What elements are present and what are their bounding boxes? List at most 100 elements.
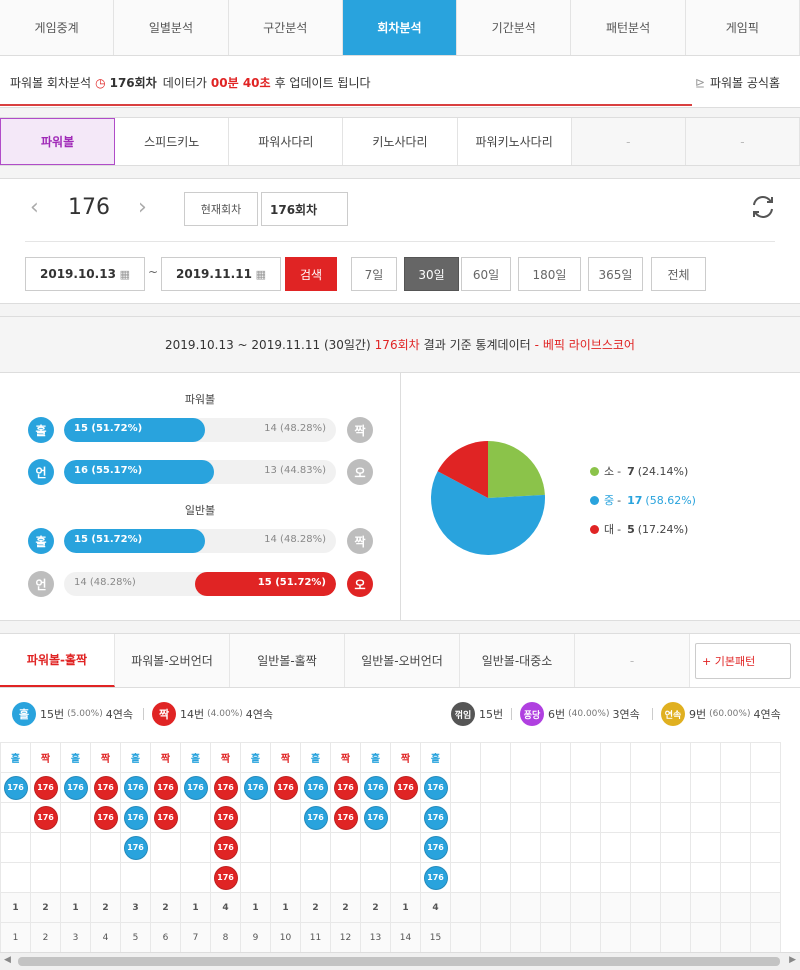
bounce-streak: 3연속: [612, 708, 640, 721]
grid-cell: [660, 832, 691, 863]
pattern-tab-4[interactable]: 일반볼-대중소: [460, 634, 575, 687]
grid-count-cell: [600, 892, 631, 923]
grid-cell: [270, 802, 301, 833]
result-ball: 176: [33, 805, 58, 830]
grid-cell: [90, 862, 121, 893]
period-button-5[interactable]: 전체: [651, 257, 706, 291]
tab-5[interactable]: 패턴분석: [571, 0, 686, 55]
tab-1[interactable]: 일별분석: [114, 0, 229, 55]
notice-suffix: 후 업데이트 됩니다: [274, 76, 371, 90]
grid-count-cell: 2: [360, 892, 391, 923]
grid-index-cell: 1: [0, 922, 31, 952]
stat-bar-row: 언 14 (48.28%) 15 (51.72%) 오: [28, 571, 373, 597]
grid-cell: [750, 772, 781, 803]
grid-cell: [600, 772, 631, 803]
date-to-input[interactable]: 2019.11.11 ▦: [161, 257, 281, 291]
grid-cell: [30, 832, 61, 863]
stat-right-text: 15 (51.72%): [257, 577, 326, 588]
grid-cell: [330, 832, 361, 863]
odd-streak: 4연속: [105, 708, 133, 721]
basic-pattern-button[interactable]: + 기본패턴: [695, 643, 791, 679]
game-tab-3[interactable]: 키노사다리: [343, 118, 458, 165]
grid-index-cell: [570, 922, 601, 952]
grid-cell: [60, 862, 91, 893]
date-from-input[interactable]: 2019.10.13 ▦: [25, 257, 145, 291]
grid-cell: [240, 802, 271, 833]
bend-ball: 꺾임: [451, 702, 475, 726]
pattern-summary: 홀 15번 (5.00%) 4연속 짝 14번 (4.00%) 4연속 꺾임 1…: [0, 688, 800, 743]
round-input[interactable]: 176회차: [261, 192, 348, 226]
grid-cell: [570, 862, 601, 893]
official-home-label: 파워볼 공식홈: [709, 76, 780, 90]
next-round-icon[interactable]: ›: [138, 195, 158, 220]
divider: [400, 373, 401, 621]
grid-cell: 176: [120, 802, 151, 833]
link-icon: ⊵: [694, 75, 705, 90]
search-button[interactable]: 검색: [285, 257, 337, 291]
scroll-left-icon[interactable]: ◀: [4, 955, 11, 965]
grid-index-cell: [480, 922, 511, 952]
grid-cell: [150, 832, 181, 863]
horizontal-scrollbar[interactable]: ◀ ▶: [0, 952, 800, 970]
legend-pct: (17.24%): [637, 522, 689, 536]
scroll-right-icon[interactable]: ▶: [789, 955, 796, 965]
refresh-icon[interactable]: [750, 194, 776, 220]
grid-cell: 176: [240, 772, 271, 803]
tab-2[interactable]: 구간분석: [228, 0, 343, 55]
pattern-tab-2[interactable]: 일반볼-홀짝: [230, 634, 345, 687]
tab-3[interactable]: 회차분석: [342, 0, 458, 55]
grid-cell: [720, 832, 751, 863]
grid-cell: [630, 832, 661, 863]
calendar-icon: ▦: [119, 267, 130, 281]
tab-6[interactable]: 게임픽: [685, 0, 800, 55]
grid-cell: 176: [390, 772, 421, 803]
stat-right-ball: 짝: [347, 528, 373, 554]
notice-prefix: 파워볼 회차분석: [10, 76, 92, 90]
grid-header-cell: 홀: [300, 742, 331, 773]
grid-count-cell: 3: [120, 892, 151, 923]
pattern-tab-0[interactable]: 파워볼-홀짝: [0, 634, 115, 687]
grid-cell: [270, 832, 301, 863]
grid-header-cell: 짝: [210, 742, 241, 773]
grid-header-cell: [570, 742, 601, 773]
legend-label: 소: [604, 465, 615, 478]
period-button-1[interactable]: 30일: [404, 257, 459, 291]
grid-header-cell: 홀: [360, 742, 391, 773]
period-button-4[interactable]: 365일: [588, 257, 643, 291]
prev-round-icon[interactable]: ‹: [30, 195, 50, 220]
result-ball: 176: [423, 775, 448, 800]
stat-right-ball: 짝: [347, 417, 373, 443]
update-notice: 파워볼 회차분석 ◷ 176회차 데이터가 00분 40초 후 업데이트 됩니다…: [0, 56, 800, 108]
odd-count: 15번: [40, 708, 65, 721]
game-tab-0[interactable]: 파워볼: [0, 118, 116, 165]
grid-index-cell: 7: [180, 922, 211, 952]
grid-header-cell: 홀: [60, 742, 91, 773]
pattern-tab-1[interactable]: 파워볼-오버언더: [115, 634, 230, 687]
legend-dash: -: [617, 493, 622, 507]
pie-slice-0: [488, 441, 545, 498]
tab-4[interactable]: 기간분석: [457, 0, 572, 55]
grid-index-cell: 10: [270, 922, 301, 952]
grid-cell: 176: [210, 862, 241, 893]
game-tab-4[interactable]: 파워키노사다리: [458, 118, 572, 165]
grid-count-cell: 1: [180, 892, 211, 923]
grid-cell: [600, 802, 631, 833]
current-round-button[interactable]: 현재회차: [184, 192, 258, 226]
official-home-link[interactable]: ⊵ 파워볼 공식홈: [695, 74, 780, 91]
stat-bar-row: 언 16 (55.17%) 13 (44.83%) 오: [28, 459, 373, 485]
period-button-2[interactable]: 60일: [461, 257, 511, 291]
period-button-3[interactable]: 180일: [518, 257, 581, 291]
grid-cell: 176: [150, 772, 181, 803]
grid-index-cell: 6: [150, 922, 181, 952]
period-button-0[interactable]: 7일: [351, 257, 397, 291]
pattern-tab-3[interactable]: 일반볼-오버언더: [345, 634, 460, 687]
grid-cell: [510, 862, 541, 893]
grid-index-cell: 15: [420, 922, 451, 952]
game-tab-1[interactable]: 스피드키노: [115, 118, 230, 165]
game-tab-2[interactable]: 파워사다리: [229, 118, 344, 165]
tab-0[interactable]: 게임중계: [0, 0, 115, 55]
round-number: 176: [68, 195, 110, 220]
grid-header-cell: [510, 742, 541, 773]
scrollbar-thumb[interactable]: [18, 957, 780, 966]
result-ball: 176: [183, 775, 208, 800]
